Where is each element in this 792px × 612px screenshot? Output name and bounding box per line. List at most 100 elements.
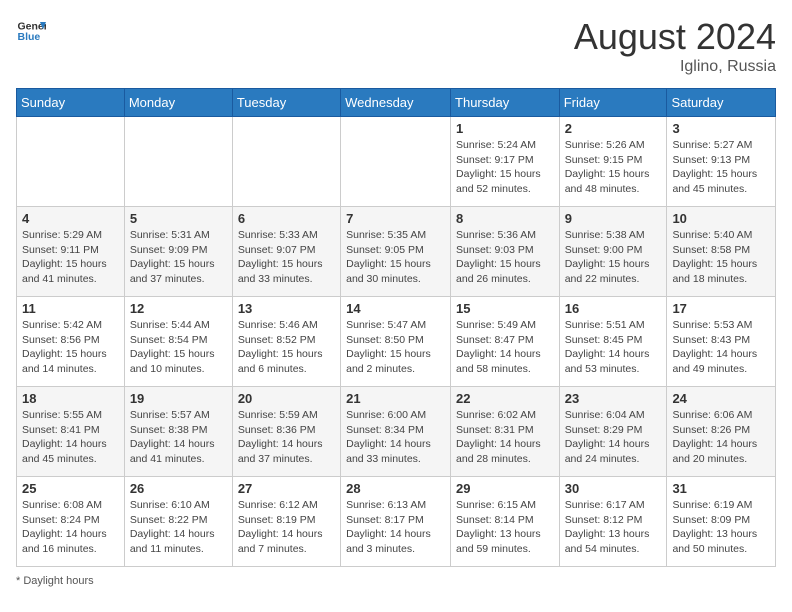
day-number: 19: [130, 391, 227, 406]
day-info: Sunrise: 5:55 AM Sunset: 8:41 PM Dayligh…: [22, 408, 119, 467]
calendar-week-1: 1 Sunrise: 5:24 AM Sunset: 9:17 PM Daylig…: [17, 117, 776, 207]
calendar-cell: [232, 117, 340, 207]
day-number: 14: [346, 301, 445, 316]
day-number: 1: [456, 121, 554, 136]
calendar-week-5: 25Sunrise: 6:08 AM Sunset: 8:24 PM Dayli…: [17, 477, 776, 567]
calendar-cell: 22 Sunrise: 6:02 AM Sunset: 8:31 PM Dayli…: [451, 387, 560, 477]
calendar-cell: 28 Sunrise: 6:13 AM Sunset: 8:17 PM Dayli…: [341, 477, 451, 567]
day-number: 15: [456, 301, 554, 316]
calendar-cell: [17, 117, 125, 207]
calendar-cell: 15 Sunrise: 5:49 AM Sunset: 8:47 PM Dayli…: [451, 297, 560, 387]
weekday-header-wednesday: Wednesday: [341, 89, 451, 117]
day-number: 27: [238, 481, 335, 496]
day-number: 17: [672, 301, 770, 316]
calendar-week-2: 4 Sunrise: 5:29 AM Sunset: 9:11 PM Daylig…: [17, 207, 776, 297]
calendar-cell: 17 Sunrise: 5:53 AM Sunset: 8:43 PM Dayli…: [667, 297, 776, 387]
day-info: Sunrise: 5:35 AM Sunset: 9:05 PM Dayligh…: [346, 228, 445, 287]
day-number: 4: [22, 211, 119, 226]
month-year-title: August 2024: [574, 16, 776, 58]
calendar-cell: 4 Sunrise: 5:29 AM Sunset: 9:11 PM Daylig…: [17, 207, 125, 297]
day-info: Sunrise: 5:42 AM Sunset: 8:56 PM Dayligh…: [22, 318, 119, 377]
calendar-cell: 12Sunrise: 5:44 AM Sunset: 8:54 PM Dayli…: [124, 297, 232, 387]
calendar-cell: 25Sunrise: 6:08 AM Sunset: 8:24 PM Dayli…: [17, 477, 125, 567]
calendar-cell: 19 Sunrise: 5:57 AM Sunset: 8:38 PM Dayli…: [124, 387, 232, 477]
calendar-cell: [124, 117, 232, 207]
calendar-week-3: 11Sunrise: 5:42 AM Sunset: 8:56 PM Dayli…: [17, 297, 776, 387]
daylight-hours-label: Daylight hours: [23, 575, 93, 587]
logo: General Blue: [16, 16, 46, 46]
day-info: Sunrise: 6:04 AM Sunset: 8:29 PM Dayligh…: [565, 408, 662, 467]
day-info: Sunrise: 5:51 AM Sunset: 8:45 PM Dayligh…: [565, 318, 662, 377]
calendar-cell: 18 Sunrise: 5:55 AM Sunset: 8:41 PM Dayli…: [17, 387, 125, 477]
day-info: Sunrise: 5:29 AM Sunset: 9:11 PM Dayligh…: [22, 228, 119, 287]
day-info: Sunrise: 5:38 AM Sunset: 9:00 PM Dayligh…: [565, 228, 662, 287]
day-number: 20: [238, 391, 335, 406]
day-number: 3: [672, 121, 770, 136]
day-number: 28: [346, 481, 445, 496]
day-number: 7: [346, 211, 445, 226]
day-info: Sunrise: 5:27 AM Sunset: 9:13 PM Dayligh…: [672, 138, 770, 197]
day-info: Sunrise: 6:17 AM Sunset: 8:12 PM Dayligh…: [565, 498, 662, 557]
weekday-header-monday: Monday: [124, 89, 232, 117]
day-info: Sunrise: 6:19 AM Sunset: 8:09 PM Dayligh…: [672, 498, 770, 557]
weekday-header-thursday: Thursday: [451, 89, 560, 117]
day-number: 13: [238, 301, 335, 316]
day-number: 30: [565, 481, 662, 496]
calendar-cell: 20 Sunrise: 5:59 AM Sunset: 8:36 PM Dayli…: [232, 387, 340, 477]
day-number: 18: [22, 391, 119, 406]
day-info: Sunrise: 5:57 AM Sunset: 8:38 PM Dayligh…: [130, 408, 227, 467]
calendar-cell: 1 Sunrise: 5:24 AM Sunset: 9:17 PM Daylig…: [451, 117, 560, 207]
calendar-cell: 10Sunrise: 5:40 AM Sunset: 8:58 PM Dayli…: [667, 207, 776, 297]
day-number: 16: [565, 301, 662, 316]
calendar-cell: 7 Sunrise: 5:35 AM Sunset: 9:05 PM Daylig…: [341, 207, 451, 297]
day-number: 6: [238, 211, 335, 226]
day-number: 26: [130, 481, 227, 496]
day-info: Sunrise: 5:47 AM Sunset: 8:50 PM Dayligh…: [346, 318, 445, 377]
calendar-cell: 27 Sunrise: 6:12 AM Sunset: 8:19 PM Dayli…: [232, 477, 340, 567]
location-title: Iglino, Russia: [574, 58, 776, 76]
day-info: Sunrise: 5:53 AM Sunset: 8:43 PM Dayligh…: [672, 318, 770, 377]
calendar-cell: 9 Sunrise: 5:38 AM Sunset: 9:00 PM Daylig…: [559, 207, 667, 297]
day-info: Sunrise: 6:02 AM Sunset: 8:31 PM Dayligh…: [456, 408, 554, 467]
svg-text:Blue: Blue: [18, 31, 41, 43]
header: General Blue August 2024 Iglino, Russia: [16, 16, 776, 76]
day-number: 29: [456, 481, 554, 496]
calendar-table: SundayMondayTuesdayWednesdayThursdayFrid…: [16, 88, 776, 567]
day-number: 2: [565, 121, 662, 136]
calendar-cell: 2 Sunrise: 5:26 AM Sunset: 9:15 PM Daylig…: [559, 117, 667, 207]
calendar-cell: 5 Sunrise: 5:31 AM Sunset: 9:09 PM Daylig…: [124, 207, 232, 297]
day-number: 24: [672, 391, 770, 406]
day-info: Sunrise: 5:46 AM Sunset: 8:52 PM Dayligh…: [238, 318, 335, 377]
calendar-cell: 3 Sunrise: 5:27 AM Sunset: 9:13 PM Daylig…: [667, 117, 776, 207]
weekday-header-tuesday: Tuesday: [232, 89, 340, 117]
day-info: Sunrise: 5:59 AM Sunset: 8:36 PM Dayligh…: [238, 408, 335, 467]
day-info: Sunrise: 6:12 AM Sunset: 8:19 PM Dayligh…: [238, 498, 335, 557]
calendar-cell: 24 Sunrise: 6:06 AM Sunset: 8:26 PM Dayli…: [667, 387, 776, 477]
day-info: Sunrise: 5:24 AM Sunset: 9:17 PM Dayligh…: [456, 138, 554, 197]
day-number: 10: [672, 211, 770, 226]
title-area: August 2024 Iglino, Russia: [574, 16, 776, 76]
day-number: 21: [346, 391, 445, 406]
day-number: 12: [130, 301, 227, 316]
day-info: Sunrise: 5:26 AM Sunset: 9:15 PM Dayligh…: [565, 138, 662, 197]
day-number: 9: [565, 211, 662, 226]
day-number: 22: [456, 391, 554, 406]
day-info: Sunrise: 6:00 AM Sunset: 8:34 PM Dayligh…: [346, 408, 445, 467]
calendar-cell: 31 Sunrise: 6:19 AM Sunset: 8:09 PM Dayli…: [667, 477, 776, 567]
weekday-header-sunday: Sunday: [17, 89, 125, 117]
day-info: Sunrise: 5:36 AM Sunset: 9:03 PM Dayligh…: [456, 228, 554, 287]
day-number: 23: [565, 391, 662, 406]
day-info: Sunrise: 6:15 AM Sunset: 8:14 PM Dayligh…: [456, 498, 554, 557]
day-number: 31: [672, 481, 770, 496]
day-info: Sunrise: 6:08 AM Sunset: 8:24 PM Dayligh…: [22, 498, 119, 557]
calendar-week-4: 18 Sunrise: 5:55 AM Sunset: 8:41 PM Dayli…: [17, 387, 776, 477]
calendar-cell: 30 Sunrise: 6:17 AM Sunset: 8:12 PM Dayli…: [559, 477, 667, 567]
day-info: Sunrise: 5:33 AM Sunset: 9:07 PM Dayligh…: [238, 228, 335, 287]
day-info: Sunrise: 5:49 AM Sunset: 8:47 PM Dayligh…: [456, 318, 554, 377]
day-info: Sunrise: 6:06 AM Sunset: 8:26 PM Dayligh…: [672, 408, 770, 467]
day-info: Sunrise: 5:31 AM Sunset: 9:09 PM Dayligh…: [130, 228, 227, 287]
calendar-cell: 6 Sunrise: 5:33 AM Sunset: 9:07 PM Daylig…: [232, 207, 340, 297]
day-number: 5: [130, 211, 227, 226]
day-info: Sunrise: 6:13 AM Sunset: 8:17 PM Dayligh…: [346, 498, 445, 557]
calendar-cell: 16 Sunrise: 5:51 AM Sunset: 8:45 PM Dayli…: [559, 297, 667, 387]
